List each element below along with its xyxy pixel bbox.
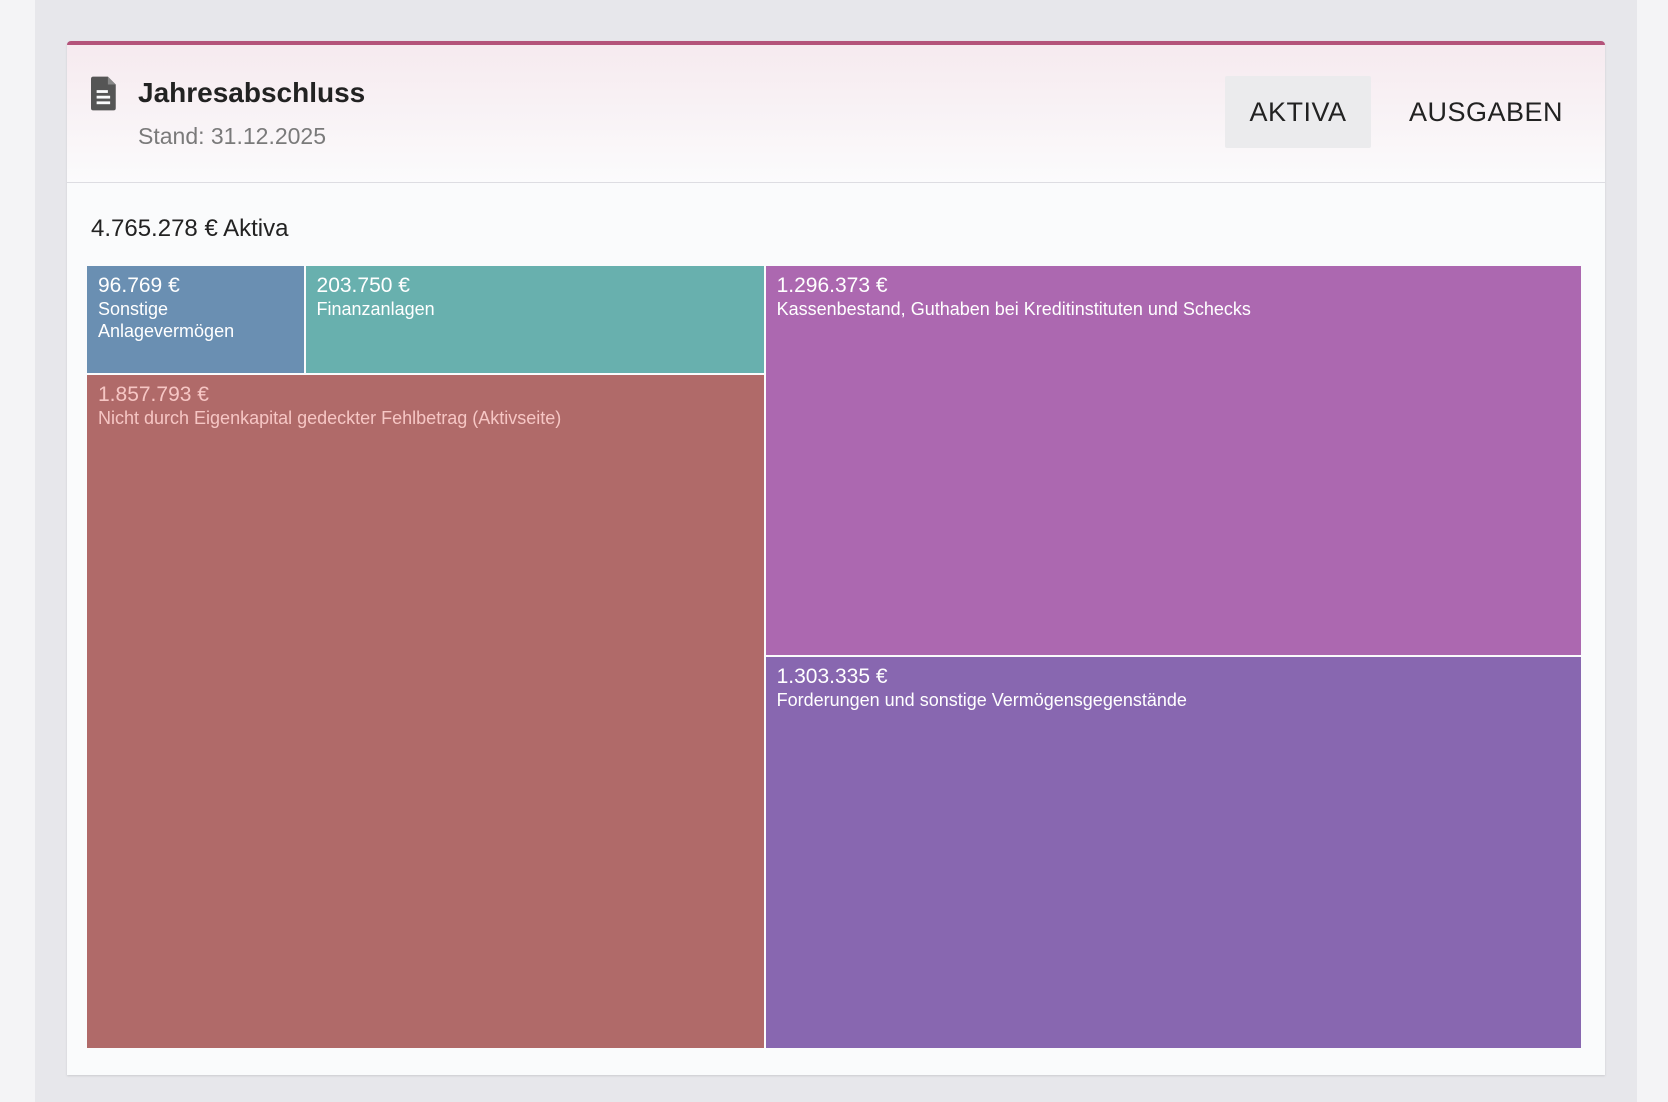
card-header: Jahresabschluss Stand: 31.12.2025 AKTIVA…: [67, 45, 1605, 183]
treemap-tile-forderungen[interactable]: 1.303.335 € Forderungen und sonstige Verm…: [765, 656, 1583, 1050]
treemap-tile-kassenbestand[interactable]: 1.296.373 € Kassenbestand, Guthaben bei K…: [765, 266, 1583, 657]
document-icon: [91, 76, 116, 111]
tile-value: 96.769 €: [98, 274, 180, 297]
page-title: Jahresabschluss: [138, 77, 366, 108]
tile-value: 1.296.373 €: [776, 274, 888, 297]
treemap-tile-fehlbetrag[interactable]: 1.857.793 € Nicht durch Eigenkapital gede…: [87, 375, 766, 1050]
treemap-tile-sonstige-anlagevermoegen[interactable]: 96.769 € Sonstige Anlagevermögen: [87, 266, 306, 376]
treemap-tile-finanzanlagen[interactable]: 203.750 € Finanzanlagen: [305, 266, 766, 376]
tile-label: Forderungen und sonstige Vermögensgegens…: [776, 689, 1187, 710]
tile-value: 1.857.793 €: [98, 383, 209, 407]
tile-label: Finanzanlagen: [316, 299, 435, 319]
tile-label: Nicht durch Eigenkapital gedeckter Fehlb…: [98, 408, 562, 429]
tile-label: Sonstige Anlagevermögen: [98, 299, 235, 341]
tab-ausgaben[interactable]: AUSGABEN: [1389, 76, 1583, 148]
tab-aktiva[interactable]: AKTIVA: [1225, 76, 1371, 148]
total-summary: 4.765.278 € Aktiva: [91, 215, 289, 242]
tile-value: 1.303.335 €: [776, 664, 888, 688]
treemap-chart: 96.769 € Sonstige Anlagevermögen 203.750 €…: [87, 266, 1583, 1050]
page-subtitle: Stand: 31.12.2025: [138, 123, 326, 149]
annual-report-card: Jahresabschluss Stand: 31.12.2025 AKTIVA…: [67, 41, 1605, 1075]
tile-value: 203.750 €: [316, 274, 410, 297]
tile-label: Kassenbestand, Guthaben bei Kreditinstit…: [776, 299, 1251, 319]
